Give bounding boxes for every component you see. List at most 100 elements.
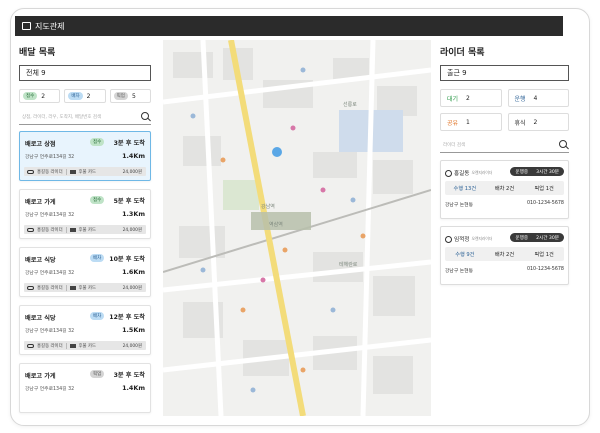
rider-stat-rest[interactable]: 휴식 2 [507,113,569,131]
order-amount: 24,000원 [122,343,142,349]
rider-search-input[interactable]: 라이더 검색 [440,138,569,153]
rider-stat-count: 2 [533,118,538,126]
map-canvas[interactable]: 역삼역 강남역 선릉로 테헤란로 [163,40,431,416]
rider-assigned: 배차 2건 [494,251,515,258]
delivery-card[interactable]: 배로고 가게 접수 5분 후 도착 강남구 언주로134길 32 1.3Km 홍… [19,189,151,239]
rider-name: 홍길동 라이더 [37,169,63,175]
bike-icon [27,285,34,290]
delivery-search-input[interactable]: 상점, 라이더, 라우, 도착지, 배달번호 검색 [19,110,151,125]
rider-card[interactable]: 홍길동 오렌지라이더 운행중 3시간 30분 수행 13건 배차 2건 픽업 1건 … [440,160,569,219]
rider-filter-select[interactable]: 출근 9 [440,65,569,81]
delivery-search-placeholder: 상점, 라이더, 라우, 도착지, 배달번호 검색 [22,115,102,120]
rider-name: 홍길동 라이더 [37,227,63,233]
rider-stat-label: 공유 [447,119,459,127]
delivery-card[interactable]: 배로고 식당 배차 10분 후 도착 강남구 언주로134길 32 1.6Km … [19,247,151,297]
card-icon [69,227,76,232]
rider-card[interactable]: 임꺽정 오렌지라이더 운행중 2시간 30분 수행 9건 배차 2건 픽업 1건 강… [440,226,569,285]
store-name: 배로고 식당 [25,257,56,264]
delivery-card[interactable]: 배로고 식당 배차 12분 후 도착 강남구 언주로134길 32 1.5Km … [19,305,151,355]
rider-stat-count: 2 [466,94,470,102]
rider-identity: 임꺽정 오렌지라이더 [445,235,492,243]
rider-stats: 수행 13건 배차 2건 픽업 1건 [445,181,564,195]
distance-text: 1.3Km [122,210,145,218]
address-text: 강남구 언주로134길 32 [25,271,75,276]
delivery-title: 배달 목록 [19,48,56,58]
payment-method: 후불 카드 [78,285,97,291]
order-amount: 24,000원 [122,285,142,291]
rider-done: 수행 13건 [453,185,477,192]
order-amount: 24,000원 [122,227,142,233]
rider-phone[interactable]: 010-1234-5678 [527,201,564,208]
rider-filter-value: 출근 9 [447,69,467,77]
status-badge: 접수 [90,196,105,204]
store-name: 배로고 상점 [25,141,56,148]
rider-title: 라이더 목록 [440,48,485,58]
rider-status-badge: 운행중 2시간 30분 [510,233,564,242]
rider-stat-label: 대기 [447,95,459,103]
chip-received[interactable]: 접수 2 [19,89,61,103]
map-label: 강남역 [261,203,275,210]
store-name: 배로고 식당 [25,315,56,322]
eta-text: 3분 후 도착 [113,140,145,147]
rider-name: 임꺽정 [454,237,470,243]
rider-identity: 홍길동 오렌지라이더 [445,169,492,177]
card-icon [69,343,76,348]
rider-state: 운행중 [515,235,529,241]
chip-pickup[interactable]: 픽업 5 [109,89,151,103]
rider-name: 홍길동 [454,171,470,177]
rider-stat-label: 운행 [514,95,526,103]
delivery-card[interactable]: 배로고 가게 픽업 3분 후 도착 강남구 언주로134길 32 1.4Km [19,363,151,413]
rider-stat-shared[interactable]: 공유 1 [440,113,502,131]
eta-text: 3분 후 도착 [113,372,145,379]
rider-pickup: 픽업 1건 [534,185,554,192]
map-label: 선릉로 [343,101,357,108]
status-badge: 접수 [90,138,105,146]
user-icon [445,169,452,177]
card-icon [69,285,76,290]
rider-area: 강남구 논현동 [445,203,474,208]
rider-phone[interactable]: 010-1234-5678 [527,267,564,274]
delivery-card[interactable]: 배로고 상점 접수 3분 후 도착 강남구 언주로134길 32 1.4Km 홍… [19,131,151,181]
store-name: 배로고 가게 [25,199,56,206]
eta-text: 12분 후 도착 [109,314,145,321]
distance-text: 1.5Km [122,326,145,334]
rider-search-placeholder: 라이더 검색 [443,143,466,148]
delivery-meta-bar: 홍길동 라이더 후불 카드 24,000원 [24,341,146,350]
address-text: 강남구 언주로134길 32 [25,387,75,392]
delivery-filter-select[interactable]: 전체 9 [19,65,151,81]
rider-name: 홍길동 라이더 [37,343,63,349]
rider-stats: 수행 9건 배차 2건 픽업 1건 [445,247,564,261]
map-label: 테헤란로 [339,261,358,268]
title-bar: 지도관제 [15,16,563,36]
chip-received-count: 2 [41,92,46,100]
rider-assigned: 배차 2건 [494,185,515,192]
rider-stat-driving[interactable]: 운행 4 [507,89,569,107]
rider-company: 오렌지라이더 [471,170,493,175]
search-icon[interactable] [141,112,149,120]
search-icon[interactable] [559,140,567,148]
chip-assigned[interactable]: 배차 2 [64,89,106,103]
rider-footer: 강남구 논현동 010-1234-5678 [445,201,564,208]
rider-stat-count: 4 [533,94,538,102]
map-view[interactable]: 역삼역 강남역 선릉로 테헤란로 [163,40,431,416]
rider-stat-count: 1 [466,118,470,126]
rider-status-badge: 운행중 3시간 30분 [510,167,564,176]
store-name: 배로고 가게 [25,373,56,380]
chip-assigned-label: 배차 [68,92,83,100]
map-icon [22,22,31,30]
chip-pickup-label: 픽업 [113,92,128,100]
rider-company: 오렌지라이더 [471,236,493,241]
bike-icon [27,227,34,232]
status-badge: 배차 [90,312,105,320]
distance-text: 1.4Km [122,384,145,392]
delivery-meta-bar: 홍길동 라이더 후불 카드 24,000원 [24,283,146,292]
rider-stat-waiting[interactable]: 대기 2 [440,89,502,107]
distance-text: 1.6Km [122,268,145,276]
address-text: 강남구 언주로134길 32 [25,329,75,334]
order-amount: 24,000원 [122,169,142,175]
user-icon [445,235,452,243]
bike-icon [27,169,34,174]
rider-status-grid: 대기 2 운행 4 공유 1 휴식 2 [440,89,569,131]
rider-duration: 3시간 30분 [536,169,559,175]
card-icon [69,169,76,174]
